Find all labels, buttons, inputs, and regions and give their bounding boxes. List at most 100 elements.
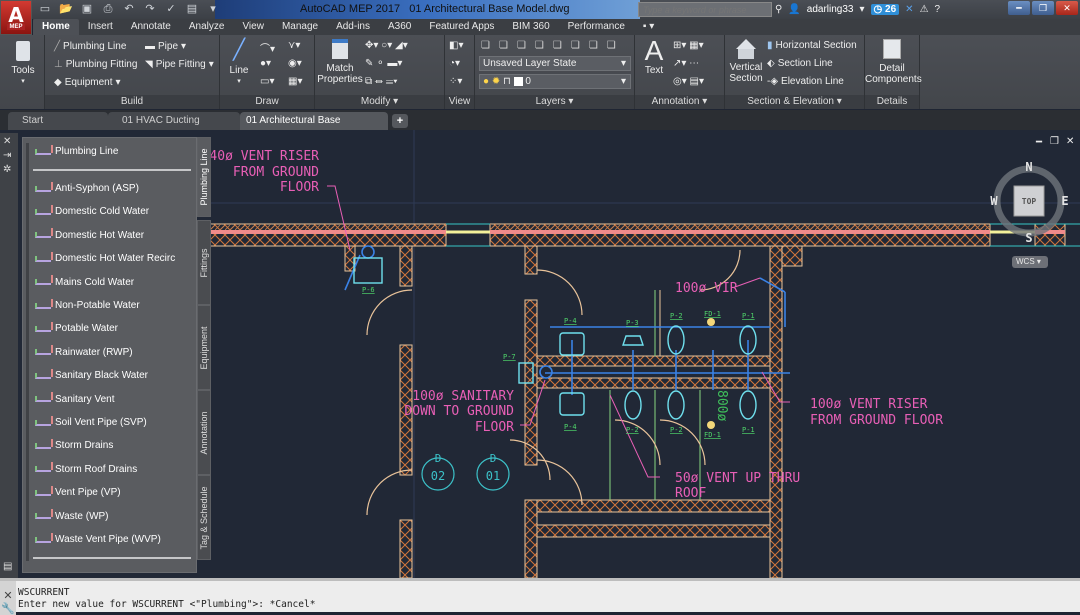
undo-icon[interactable]: ↶: [122, 2, 136, 16]
ribbon-tab-analyze[interactable]: Analyze: [180, 19, 234, 35]
polyline-button[interactable]: ⋎▾: [288, 40, 300, 51]
layer-merge-icon[interactable]: ❏: [607, 40, 616, 51]
customize-icon[interactable]: 🔧: [0, 602, 16, 615]
workspace-icon[interactable]: ▤: [185, 2, 199, 16]
palette-item[interactable]: Domestic Cold Water: [35, 204, 149, 217]
move-button[interactable]: ✥▾ ○▾ ◢▾: [365, 40, 408, 51]
rectangle-button[interactable]: ▭▾: [260, 76, 274, 87]
layer-off-icon[interactable]: ❏: [535, 40, 544, 51]
ribbon-tab-home[interactable]: Home: [33, 19, 79, 35]
command-line[interactable]: ✕ 🔧 WSCURRENT Enter new value for WSCURR…: [0, 578, 1080, 615]
close-icon[interactable]: ✕: [1056, 1, 1078, 15]
properties-icon[interactable]: ✲: [3, 164, 11, 175]
layer-dropdown[interactable]: ● ✹ ⊓ 0 ▾: [479, 74, 631, 89]
save-icon[interactable]: ▣: [80, 2, 94, 16]
palette-item[interactable]: Vent Pipe (VP): [35, 485, 121, 498]
notification-badge[interactable]: ◷ 26: [870, 4, 900, 15]
compass-n[interactable]: N: [1025, 160, 1032, 174]
viewport-minimize-icon[interactable]: ━: [1036, 137, 1042, 148]
ucs-menu[interactable]: WCS ▾: [1012, 256, 1048, 268]
restore-icon[interactable]: ❐: [1032, 1, 1054, 15]
a360-icon[interactable]: ⚠: [920, 4, 929, 15]
elevation-line-button[interactable]: -◈ Elevation Line: [767, 76, 844, 87]
layer-tools[interactable]: ❏ ❏ ❏ ❏ ❏ ❏ ❏ ❏: [481, 40, 616, 51]
plumbing-fitting-button[interactable]: ⊥ Plumbing Fitting: [54, 59, 137, 70]
section-line-button[interactable]: ⬖ Section Line: [767, 58, 833, 69]
palette-item[interactable]: Sanitary Black Water: [35, 368, 148, 381]
close-icon[interactable]: ✕: [0, 589, 16, 602]
layer-props-icon[interactable]: ❏: [481, 40, 490, 51]
tab-hvac-ducting[interactable]: 01 HVAC Ducting Model*✕: [108, 112, 240, 144]
palette-item[interactable]: Waste Vent Pipe (WVP): [35, 532, 161, 545]
section-panel-title[interactable]: Section & Elevation ▾: [725, 95, 864, 109]
palette-item[interactable]: Waste (WP): [35, 509, 109, 522]
palette-tab-fittings[interactable]: Fittings: [197, 220, 211, 305]
palette-item[interactable]: Potable Water: [35, 321, 118, 334]
plumbing-line-button[interactable]: ╱ Plumbing Line: [54, 41, 126, 52]
layer-match-icon[interactable]: ❏: [571, 40, 580, 51]
viewcube-top[interactable]: TOP: [1022, 197, 1037, 206]
chevron-down-icon[interactable]: ▾: [860, 4, 865, 15]
table-button[interactable]: ◎▾ ▤▾: [673, 76, 704, 87]
match-properties-button[interactable]: Match Properties: [317, 39, 363, 85]
compass-s[interactable]: S: [1025, 231, 1032, 245]
arc-button[interactable]: ⌒▾: [260, 40, 275, 55]
redo-icon[interactable]: ↷: [143, 2, 157, 16]
ribbon-tab-annotate[interactable]: Annotate: [122, 19, 180, 35]
ribbon-tab-add-ins[interactable]: Add-ins: [327, 19, 379, 35]
modify-panel-title[interactable]: Modify ▾: [315, 95, 444, 109]
open-icon[interactable]: 📂: [59, 2, 73, 16]
ribbon-tab-manage[interactable]: Manage: [273, 19, 327, 35]
search-input[interactable]: [638, 2, 772, 17]
more-icon[interactable]: ▾: [206, 2, 220, 16]
view-tool-2[interactable]: ◔▾: [449, 58, 460, 69]
palette-item[interactable]: Sanitary Vent: [35, 392, 114, 405]
vertical-section-button[interactable]: Vertical Section: [727, 39, 765, 84]
layers-panel-title[interactable]: Layers ▾: [475, 95, 634, 109]
tab-architectural-base[interactable]: 01 Architectural Base Model*✕: [240, 112, 388, 144]
username[interactable]: adarling33: [807, 4, 854, 15]
tab-start[interactable]: Start: [8, 112, 108, 130]
layer-freeze-icon[interactable]: ❏: [553, 40, 562, 51]
viewport-close-icon[interactable]: ✕: [1066, 136, 1074, 147]
palette-menu-icon[interactable]: ▤: [3, 561, 12, 572]
binoculars-icon[interactable]: ⚲: [775, 4, 782, 15]
circle-button[interactable]: ●▾: [260, 58, 271, 69]
new-icon[interactable]: ▭: [38, 2, 52, 16]
ellipse-button[interactable]: ◉▾: [288, 58, 302, 69]
ribbon-tab-insert[interactable]: Insert: [79, 19, 122, 35]
equipment-button[interactable]: ◆ Equipment ▾: [54, 77, 121, 88]
palette-item[interactable]: Soil Vent Pipe (SVP): [35, 415, 147, 428]
ribbon-tab-performance[interactable]: Performance: [559, 19, 634, 35]
palette-scrollbar[interactable]: [26, 143, 29, 561]
trim-button[interactable]: ✎ ⚬ ▬▾: [365, 58, 402, 69]
palette-item[interactable]: Non-Potable Water: [35, 298, 140, 311]
copy-button[interactable]: ⧉ ⏛ ☰▾: [365, 76, 397, 87]
dimension-button[interactable]: ⊞▾ ▦▾: [673, 40, 704, 51]
palette-item[interactable]: Anti-Syphon (ASP): [35, 181, 139, 194]
minimize-icon[interactable]: ━: [1008, 1, 1030, 15]
line-button[interactable]: ╱ Line ▾: [224, 39, 254, 87]
view-tool-1[interactable]: ◧▾: [449, 40, 463, 51]
leader-button[interactable]: ↗▾ ⋯: [673, 58, 699, 69]
palette-tab-tag-schedule[interactable]: Tag & Schedule: [197, 475, 211, 560]
ribbon-tab-featured-apps[interactable]: Featured Apps: [420, 19, 503, 35]
compass-e[interactable]: E: [1061, 194, 1068, 208]
user-icon[interactable]: 👤: [788, 4, 800, 15]
exchange-icon[interactable]: ✕: [905, 4, 913, 15]
detail-components-button[interactable]: Detail Components: [865, 39, 922, 85]
annotation-panel-title[interactable]: Annotation ▾: [635, 95, 724, 109]
palette-item[interactable]: Domestic Hot Water: [35, 228, 144, 241]
horizontal-section-button[interactable]: ▮ Horizontal Section: [767, 40, 857, 51]
viewport-restore-icon[interactable]: ❐: [1050, 136, 1059, 147]
ribbon-more-icon[interactable]: ▪ ▾: [634, 19, 663, 35]
layer-walk-icon[interactable]: ❏: [589, 40, 598, 51]
palette-item[interactable]: Rainwater (RWP): [35, 345, 133, 358]
layer-state-dropdown[interactable]: Unsaved Layer State ▾: [479, 56, 631, 71]
palette-tab-annotation[interactable]: Annotation: [197, 390, 211, 475]
palette-item[interactable]: Storm Roof Drains: [35, 462, 137, 475]
ribbon-tab-bim-360[interactable]: BIM 360: [503, 19, 558, 35]
application-menu-button[interactable]: A MEP: [0, 0, 32, 35]
layer-unisolate-icon[interactable]: ❏: [517, 40, 526, 51]
new-tab-button[interactable]: +: [392, 114, 408, 128]
